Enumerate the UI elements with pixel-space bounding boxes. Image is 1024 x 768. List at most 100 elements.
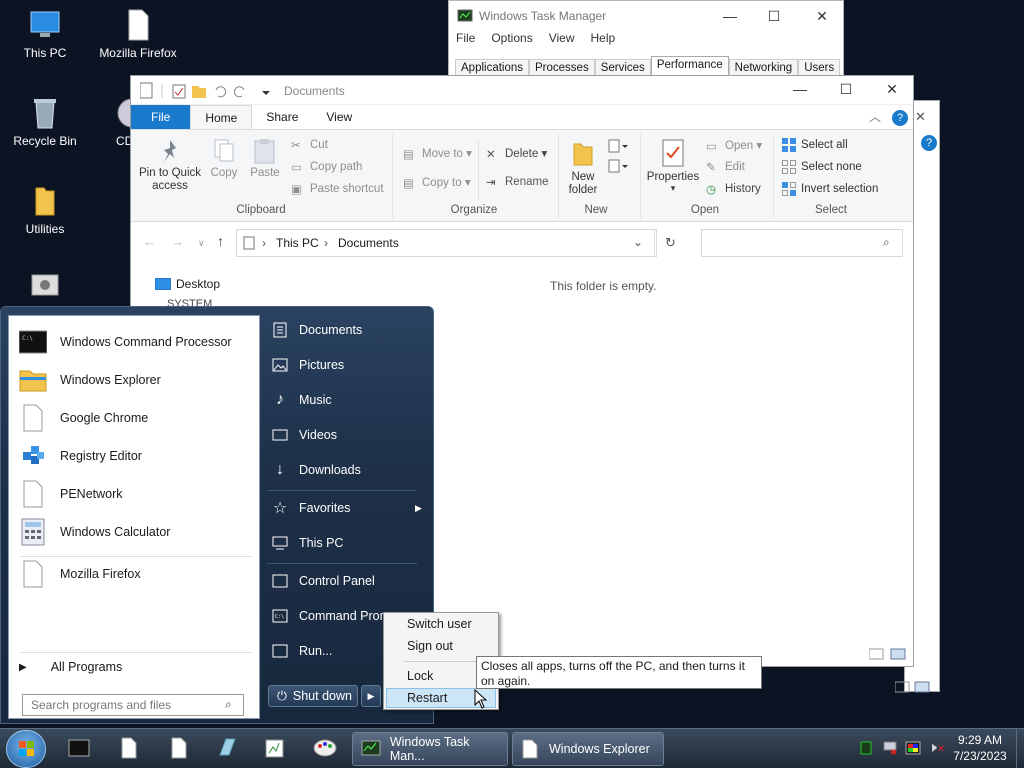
menu-options[interactable]: Options [491, 31, 532, 53]
program-command-processor[interactable]: C:\ Windows Command Processor [18, 324, 232, 360]
select-all-button[interactable]: Select all [782, 138, 848, 152]
tab-home[interactable]: Home [190, 105, 253, 129]
start-item-downloads[interactable]: ↓ Downloads [271, 453, 361, 487]
view-toggle-icons[interactable] [894, 681, 935, 696]
start-item-favorites[interactable]: ☆ Favorites ▶ [271, 491, 422, 525]
menu-item-switch-user[interactable]: Switch user [407, 617, 472, 631]
menu-file[interactable]: File [456, 31, 475, 53]
desktop-icon-cd[interactable]: CD [95, 96, 135, 148]
shut-down-button[interactable]: ⏻ Shut down [268, 685, 358, 707]
shut-down-options-button[interactable]: ▶ [361, 685, 381, 707]
taskbar-pin-editor[interactable] [264, 737, 286, 762]
properties-button[interactable]: Properties ▾ [645, 138, 701, 194]
program-mozilla-firefox[interactable]: Mozilla Firefox [19, 556, 141, 592]
taskbar-pin-file[interactable] [170, 737, 188, 762]
select-none-button[interactable]: Select none [782, 160, 862, 174]
volume-muted-icon[interactable]: 🕨✕ [928, 739, 945, 756]
clock-time: 9:29 AM [957, 733, 1003, 747]
delete-button[interactable]: ✕ Delete ▾ [486, 146, 547, 161]
taskbar-button-task-manager[interactable]: Windows Task Man... [352, 732, 508, 766]
recent-chevron-icon[interactable]: ∨ [198, 238, 205, 249]
edit-button[interactable]: ✎ Edit [706, 160, 745, 174]
menu-item-lock[interactable]: Lock [407, 669, 433, 683]
rename-button[interactable]: ⇥ Rename [486, 175, 548, 189]
move-to-button[interactable]: ▤ Move to ▾ [403, 146, 472, 161]
desktop-icon-firefox[interactable]: Mozilla Firefox [93, 8, 183, 60]
back-arrow-icon[interactable]: ← [143, 234, 156, 249]
desktop-icon-recycle-bin[interactable]: Recycle Bin [0, 96, 90, 148]
menu-view[interactable]: View [549, 31, 575, 53]
network-icon[interactable] [882, 741, 898, 758]
display-icon[interactable] [905, 741, 921, 758]
desktop-icon-this-pc[interactable]: This PC [0, 8, 90, 60]
tab-share[interactable]: Share [252, 105, 312, 129]
copy-to-button[interactable]: ▤ Copy to ▾ [403, 175, 471, 190]
maximize-button[interactable]: ☐ [751, 1, 797, 31]
paste-shortcut-button[interactable]: ▣ Paste shortcut [291, 182, 384, 196]
view-toggle-icons[interactable] [868, 648, 909, 663]
close-button[interactable]: ✕ [799, 1, 845, 31]
nav-item-system[interactable]: SYSTEM [167, 298, 212, 306]
start-item-pictures[interactable]: Pictures [271, 348, 344, 382]
nav-item-desktop[interactable]: Desktop [155, 277, 220, 291]
help-icon[interactable]: ? [921, 135, 937, 151]
paste-button[interactable]: Paste [249, 138, 281, 179]
tray-icon-green[interactable] [860, 741, 872, 758]
desktop-icon-settings[interactable] [0, 272, 90, 310]
close-icon[interactable]: ✕ [915, 109, 926, 125]
start-item-control-panel[interactable]: Control Panel [271, 564, 375, 598]
up-arrow-icon[interactable]: ↑ [217, 233, 224, 249]
task-manager-window[interactable]: Windows Task Manager — ☐ ✕ File Options … [448, 0, 844, 80]
desktop-icon-utilities[interactable]: Utilities [0, 184, 90, 236]
cut-button[interactable]: ✂ Cut [291, 138, 328, 152]
forward-arrow-icon[interactable]: → [171, 234, 184, 249]
breadcrumb-documents[interactable]: Documents [338, 236, 399, 250]
minimize-button[interactable]: — [777, 74, 823, 104]
show-desktop-button[interactable] [1016, 729, 1024, 768]
maximize-button[interactable]: ☐ [823, 74, 869, 104]
new-item-button[interactable] [607, 138, 629, 181]
clock[interactable]: 9:29 AM 7/23/2023 [952, 732, 1008, 764]
copy-path-button[interactable]: ▭ Copy path [291, 160, 362, 174]
program-penetwork[interactable]: PENetwork [19, 476, 123, 512]
history-button[interactable]: ◷ History [706, 182, 761, 196]
menu-help[interactable]: Help [591, 31, 616, 53]
start-search-input[interactable]: Search programs and files ⌕ [22, 694, 244, 716]
program-calculator[interactable]: Windows Calculator [19, 514, 170, 550]
menu-item-restart[interactable]: Restart [407, 691, 447, 705]
copy-button[interactable]: Copy [209, 138, 239, 179]
taskbar-pin-app[interactable] [216, 737, 238, 762]
start-button[interactable] [6, 730, 46, 768]
start-item-command-prompt[interactable]: C:\ Command Prom [271, 599, 390, 633]
start-item-music[interactable]: ♪ Music [271, 383, 332, 417]
taskbar-pin-file[interactable] [120, 737, 138, 762]
chevron-up-icon[interactable]: ︿ [863, 105, 887, 129]
breadcrumb-this-pc[interactable]: This PC [276, 236, 319, 250]
menu-item-sign-out[interactable]: Sign out [407, 639, 453, 653]
chevron-down-icon[interactable]: ⌄ [633, 235, 643, 249]
tab-performance[interactable]: Performance [650, 56, 729, 76]
minimize-button[interactable]: — [707, 1, 753, 31]
start-item-run[interactable]: Run... [271, 634, 332, 668]
program-google-chrome[interactable]: Google Chrome [19, 400, 148, 436]
tab-file[interactable]: File [131, 105, 191, 129]
start-item-documents[interactable]: Documents [271, 313, 362, 347]
taskbar-button-explorer[interactable]: Windows Explorer [512, 732, 664, 766]
close-button[interactable]: ✕ [869, 74, 915, 104]
open-button[interactable]: ▭ Open ▾ [706, 138, 762, 153]
program-windows-explorer[interactable]: Windows Explorer [19, 362, 161, 398]
search-input[interactable]: ⌕ [701, 229, 903, 257]
pin-quick-access-button[interactable]: Pin to Quick access [139, 138, 201, 193]
new-folder-button[interactable]: New folder [567, 138, 599, 197]
start-item-videos[interactable]: Videos [271, 418, 337, 452]
help-icon[interactable]: ? [887, 105, 913, 129]
all-programs-button[interactable]: ▶ All Programs [19, 660, 122, 674]
tab-view[interactable]: View [312, 105, 366, 129]
start-item-this-pc[interactable]: This PC [271, 526, 343, 560]
refresh-icon[interactable]: ↻ [665, 235, 676, 251]
taskbar-pin-paint[interactable] [312, 737, 338, 762]
program-registry-editor[interactable]: Registry Editor [19, 438, 142, 474]
address-bar[interactable]: › This PC › Documents ⌄ ↻ [236, 229, 676, 257]
invert-selection-button[interactable]: Invert selection [782, 182, 878, 196]
taskbar-pin-command-prompt[interactable] [68, 738, 90, 761]
